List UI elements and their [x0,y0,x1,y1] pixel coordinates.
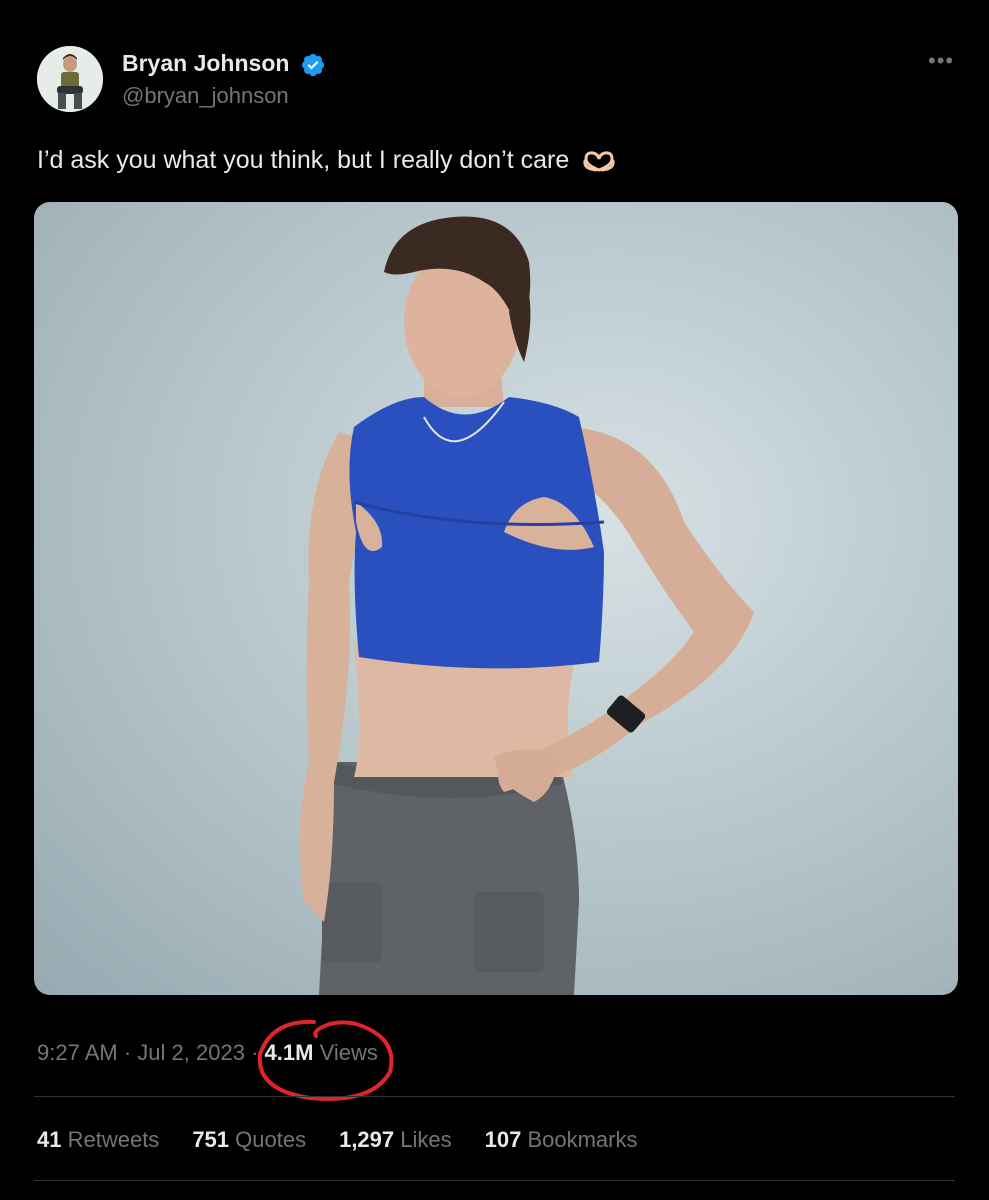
bookmarks-count: 107 [484,1127,528,1152]
tweet-photo[interactable] [34,202,958,995]
views-label[interactable]: Views [320,1040,378,1065]
author-name[interactable]: Bryan Johnson [122,50,289,77]
retweets-label: Retweets [67,1127,160,1152]
verified-badge-icon [301,53,325,77]
likes-label: Likes [400,1127,452,1152]
tweet-stats: 41 Retweets 751 Quotes 1,297 Likes 107 B… [37,1127,670,1153]
tweet-card: Bryan Johnson @bryan_johnson ••• I’d ask… [0,0,989,1200]
tweet-text: I’d ask you what you think, but I really… [37,146,616,175]
meta-separator: · [123,1040,138,1065]
retweets-count: 41 [37,1127,68,1152]
divider [34,1180,955,1181]
tweet-time[interactable]: 9:27 AM [37,1040,118,1065]
stat-bookmarks[interactable]: 107 Bookmarks [485,1127,638,1153]
tweet-meta: 9:27 AM · Jul 2, 2023 · 4.1M Views [37,1040,378,1066]
meta-separator: · [251,1040,265,1065]
stat-retweets[interactable]: 41 Retweets [37,1127,159,1153]
quotes-count: 751 [192,1127,236,1152]
avatar[interactable] [37,46,103,112]
author-handle[interactable]: @bryan_johnson [122,83,289,109]
stat-quotes[interactable]: 751 Quotes [192,1127,306,1153]
tweet-body: I’d ask you what you think, but I really… [37,146,570,174]
likes-count: 1,297 [339,1127,401,1152]
heart-hands-icon [583,151,615,172]
quotes-label: Quotes [235,1127,307,1152]
tweet-date[interactable]: Jul 2, 2023 [137,1040,245,1065]
divider [34,1096,955,1097]
views-count[interactable]: 4.1M [265,1040,314,1065]
bookmarks-label: Bookmarks [527,1127,638,1152]
photo-illustration [300,216,754,995]
more-horizontal-icon[interactable]: ••• [928,48,954,74]
stat-likes[interactable]: 1,297 Likes [339,1127,452,1153]
